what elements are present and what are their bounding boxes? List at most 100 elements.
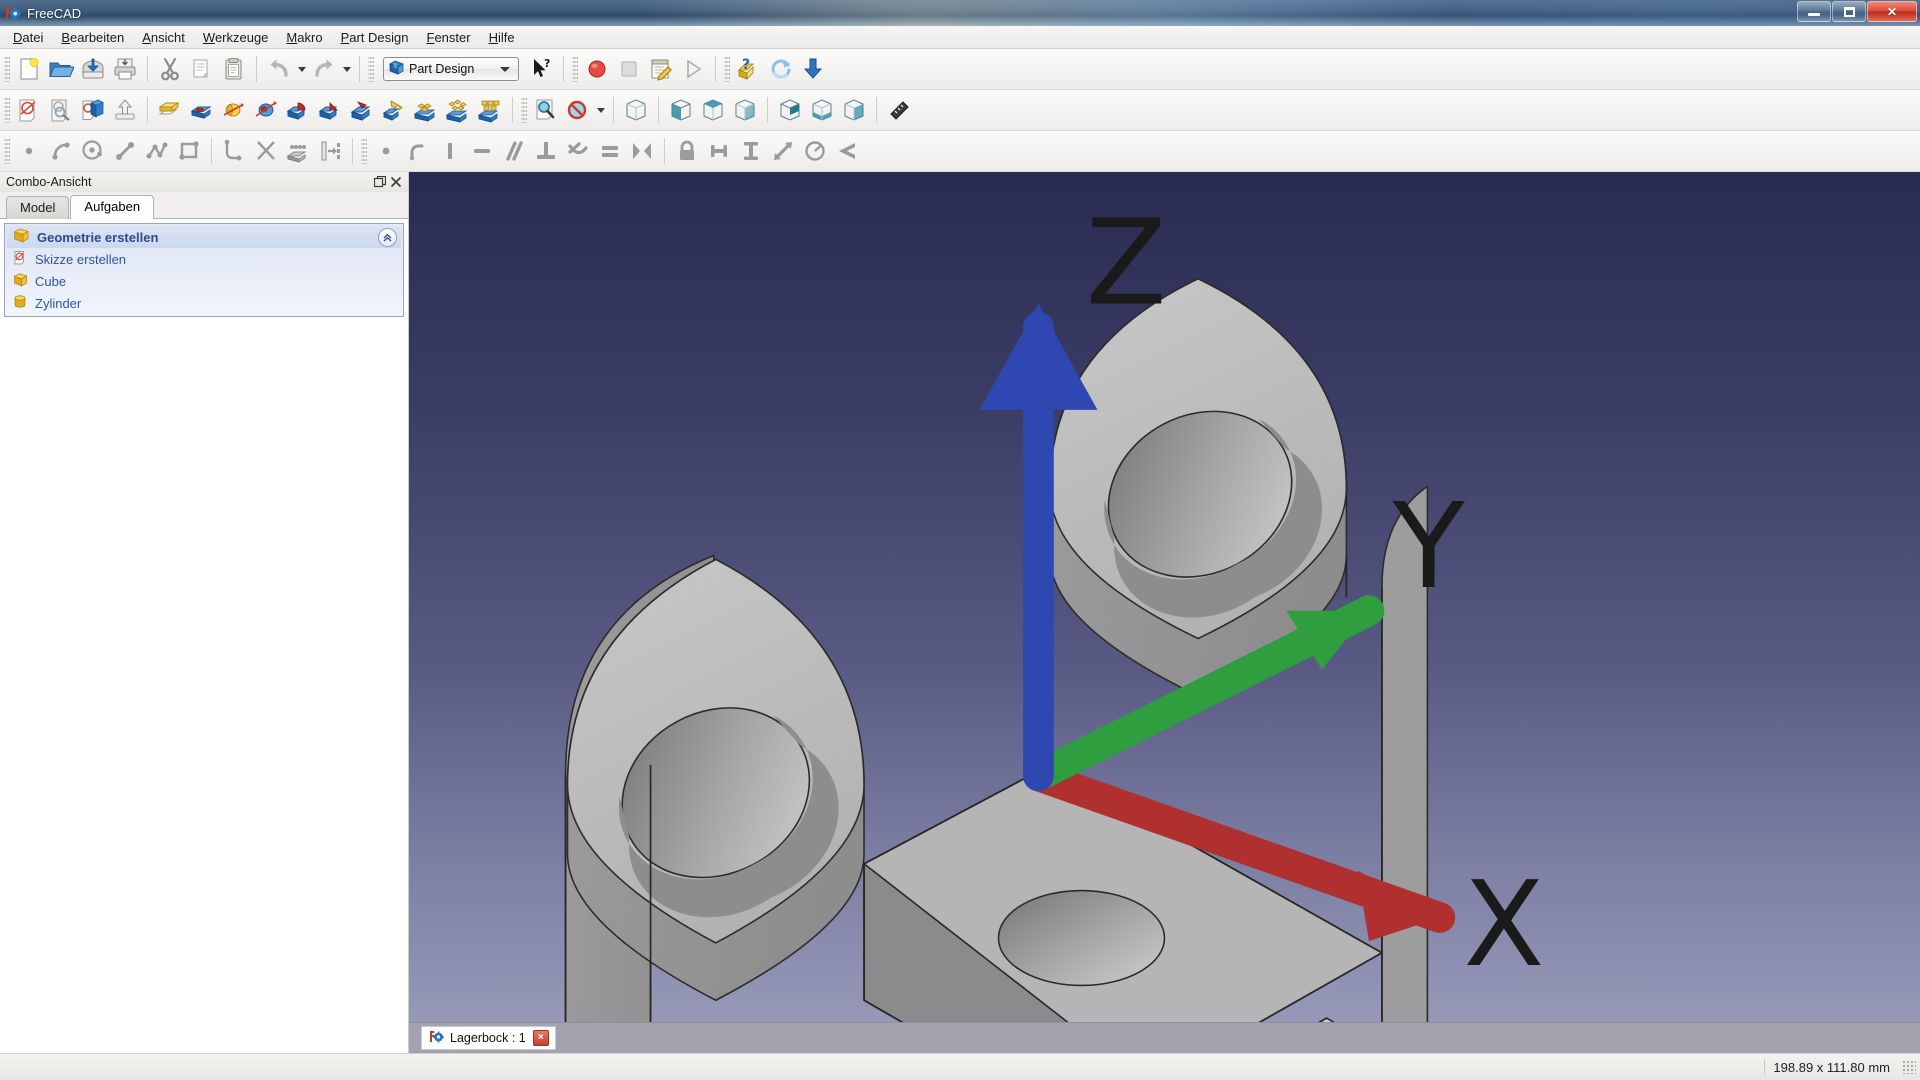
point-icon[interactable] <box>13 135 45 167</box>
coincident-icon[interactable] <box>370 135 402 167</box>
toolbar-grip-sketcher-geometry[interactable] <box>4 138 10 164</box>
refresh-icon[interactable] <box>765 53 797 85</box>
maximize-button[interactable] <box>1832 1 1866 22</box>
float-dock-icon[interactable] <box>372 174 388 190</box>
chamfer-icon[interactable] <box>314 94 346 126</box>
macro-edit-icon[interactable] <box>645 53 677 85</box>
fit-all-icon[interactable] <box>530 94 562 126</box>
vertical-icon[interactable] <box>434 135 466 167</box>
cut-icon[interactable] <box>154 53 186 85</box>
toolbar-grip-view[interactable] <box>521 97 527 123</box>
mirrored-icon[interactable] <box>378 94 410 126</box>
front-view-icon[interactable] <box>665 94 697 126</box>
close-button[interactable]: ✕ <box>1867 1 1917 22</box>
close-icon[interactable]: × <box>532 1030 549 1046</box>
equal-icon[interactable] <box>594 135 626 167</box>
workbench-selector[interactable]: Part Design <box>383 57 519 81</box>
close-dock-icon[interactable] <box>388 174 404 190</box>
menu-hilfe[interactable]: Hilfe <box>480 28 524 47</box>
radius-icon[interactable] <box>799 135 831 167</box>
polyline-icon[interactable] <box>141 135 173 167</box>
3d-viewport[interactable]: X Y Z <box>409 172 1920 1022</box>
top-view-icon[interactable] <box>697 94 729 126</box>
arc-icon[interactable] <box>45 135 77 167</box>
draw-style-caret[interactable] <box>594 94 607 126</box>
menu-werkzeuge[interactable]: Werkzeuge <box>194 28 278 47</box>
toolbar-grip-sketch[interactable] <box>4 97 10 123</box>
fillet-icon[interactable] <box>282 94 314 126</box>
map-sketch-icon[interactable] <box>77 94 109 126</box>
symmetric-icon[interactable] <box>626 135 658 167</box>
tangent-icon[interactable] <box>562 135 594 167</box>
menu-ansicht[interactable]: Ansicht <box>133 28 194 47</box>
minimize-button[interactable] <box>1797 1 1831 22</box>
create-sketch-icon[interactable] <box>13 94 45 126</box>
rear-view-icon[interactable] <box>774 94 806 126</box>
perpendicular-icon[interactable] <box>530 135 562 167</box>
macro-stop-icon[interactable] <box>613 53 645 85</box>
macro-record-icon[interactable] <box>581 53 613 85</box>
task-item-zylinder[interactable]: Zylinder <box>7 292 401 314</box>
resize-grip[interactable] <box>1902 1060 1916 1074</box>
download-icon[interactable] <box>797 53 829 85</box>
tab-model[interactable]: Model <box>6 196 70 219</box>
toolbar-grip-macro[interactable] <box>572 56 578 82</box>
line-icon[interactable] <box>109 135 141 167</box>
lock-icon[interactable] <box>671 135 703 167</box>
pocket-icon[interactable] <box>186 94 218 126</box>
horizontal-icon[interactable] <box>466 135 498 167</box>
draft-icon[interactable] <box>346 94 378 126</box>
menu-makro[interactable]: Makro <box>277 28 331 47</box>
undo-icon[interactable] <box>263 53 295 85</box>
right-view-icon[interactable] <box>729 94 761 126</box>
copy-icon[interactable] <box>186 53 218 85</box>
groove-icon[interactable] <box>250 94 282 126</box>
measure-icon[interactable] <box>883 94 915 126</box>
toolbar-grip-workbench[interactable] <box>368 56 374 82</box>
task-item-cube[interactable]: Cube <box>7 270 401 292</box>
redo-dropdown-caret[interactable] <box>340 53 353 85</box>
edit-sketch-icon[interactable] <box>45 94 77 126</box>
save-document-icon[interactable] <box>77 53 109 85</box>
construction-mode-icon[interactable] <box>314 135 346 167</box>
undo-dropdown-caret[interactable] <box>295 53 308 85</box>
polar-pattern-icon[interactable] <box>442 94 474 126</box>
point-on-object-icon[interactable] <box>402 135 434 167</box>
trim-icon[interactable] <box>250 135 282 167</box>
parallel-icon[interactable] <box>498 135 530 167</box>
task-panel-header[interactable]: Geometrie erstellen <box>7 226 401 248</box>
circle-icon[interactable] <box>77 135 109 167</box>
linear-pattern-icon[interactable] <box>410 94 442 126</box>
open-document-icon[interactable] <box>45 53 77 85</box>
tab-aufgaben[interactable]: Aufgaben <box>70 195 155 219</box>
menu-datei[interactable]: Datei <box>4 28 52 47</box>
menu-bearbeiten[interactable]: Bearbeiten <box>52 28 133 47</box>
toolbar-grip-file[interactable] <box>4 56 10 82</box>
toolbar-grip-help[interactable] <box>724 56 730 82</box>
new-document-icon[interactable] <box>13 53 45 85</box>
fillet-sketch-icon[interactable] <box>218 135 250 167</box>
macro-execute-icon[interactable] <box>677 53 709 85</box>
rectangle-icon[interactable] <box>173 135 205 167</box>
draw-style-icon[interactable] <box>562 94 594 126</box>
left-view-icon[interactable] <box>838 94 870 126</box>
whats-this-icon[interactable]: ? <box>525 53 557 85</box>
bottom-view-icon[interactable] <box>806 94 838 126</box>
external-geometry-icon[interactable] <box>282 135 314 167</box>
task-item-skizze-erstellen[interactable]: Skizze erstellen <box>7 248 401 270</box>
redo-icon[interactable] <box>308 53 340 85</box>
leave-sketch-icon[interactable] <box>109 94 141 126</box>
document-tab-lagerbock[interactable]: Lagerbock : 1 × <box>421 1026 556 1050</box>
print-document-icon[interactable] <box>109 53 141 85</box>
pad-icon[interactable] <box>154 94 186 126</box>
freecad-help-icon[interactable]: ? <box>733 53 765 85</box>
axonometric-icon[interactable] <box>620 94 652 126</box>
horizontal-distance-icon[interactable] <box>703 135 735 167</box>
distance-icon[interactable] <box>767 135 799 167</box>
angle-icon[interactable] <box>831 135 863 167</box>
toolbar-grip-sketcher-constraints[interactable] <box>361 138 367 164</box>
paste-icon[interactable] <box>218 53 250 85</box>
vertical-distance-icon[interactable] <box>735 135 767 167</box>
menu-part-design[interactable]: Part Design <box>332 28 418 47</box>
multi-transform-icon[interactable] <box>474 94 506 126</box>
